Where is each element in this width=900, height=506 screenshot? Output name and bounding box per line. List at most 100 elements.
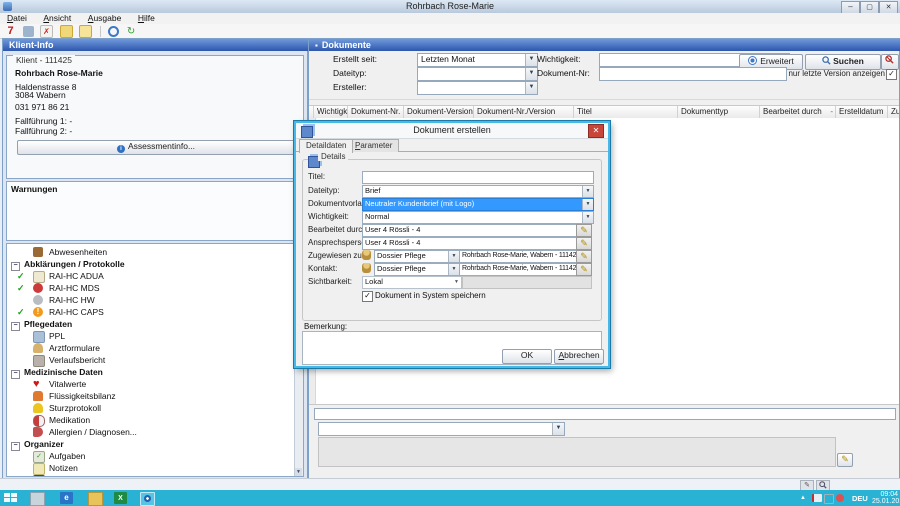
chevron-down-icon[interactable] [448, 251, 459, 262]
kontakt-label: Kontakt: [308, 263, 337, 275]
chevron-down-icon[interactable] [582, 186, 593, 197]
sidebar-item-rai-hc-caps[interactable]: RAI-HC CAPS [7, 306, 295, 318]
sidebar-item-fluessigkeitsbilanz[interactable]: Flüssigkeitsbilanz [7, 390, 295, 402]
client-info-box: Klient - 111425 Rohrbach Rose-Marie Hald… [6, 55, 304, 179]
sidebar-item-arztformulare[interactable]: Arztformulare [7, 342, 295, 354]
sidebar-item-verlaufsbericht[interactable]: Verlaufsbericht [7, 354, 295, 366]
dialog-title: Dokument erstellen [296, 123, 608, 138]
tray-icon-3[interactable] [836, 494, 844, 502]
taskbar-app-computer[interactable] [30, 492, 45, 506]
clock-icon[interactable] [108, 26, 119, 37]
client-phone: 031 971 86 21 [15, 102, 69, 112]
taskbar-app-folder[interactable] [88, 492, 103, 506]
person-icon[interactable] [23, 26, 34, 37]
chevron-down-icon[interactable] [582, 212, 593, 223]
chevron-down-icon[interactable] [525, 54, 537, 66]
sidebar-item-allergien[interactable]: Allergien / Diagnosen... [7, 426, 295, 438]
creator-label: Ersteller: [333, 81, 367, 93]
edit-pencil-button[interactable] [837, 453, 853, 467]
sidebar-item-sturzprotokoll[interactable]: Sturzprotokoll [7, 402, 295, 414]
sidebar-section-pflegedaten[interactable]: Pflegedaten [7, 318, 295, 330]
sidebar-item-rai-hc-hw[interactable]: RAI-HC HW [7, 294, 295, 306]
sidebar-item-notizen[interactable]: Notizen [7, 462, 295, 474]
note-icon[interactable] [60, 25, 73, 38]
sidebar-item-aufgaben[interactable]: Aufgaben [7, 450, 295, 462]
tray-icon-1[interactable] [812, 494, 822, 502]
abbrechen-button[interactable]: Abbrechen [554, 349, 604, 364]
tab-parameter[interactable]: Parameter [348, 139, 399, 152]
taskbar-app-active[interactable] [140, 492, 155, 506]
chevron-down-icon[interactable] [525, 68, 537, 80]
sidebar-item-abwesenheiten[interactable]: Abwesenheiten [7, 246, 295, 258]
last-version-checkbox[interactable] [886, 69, 897, 80]
sidebar-section-organizer[interactable]: Organizer [7, 438, 295, 450]
sidebar-item-rai-hc-adua[interactable]: RAI-HC ADUA [7, 270, 295, 282]
sidebar-item-journal[interactable]: Journal [7, 474, 295, 477]
edit-pencil-button[interactable] [576, 224, 592, 237]
absence-icon [33, 247, 43, 257]
menu-ansicht[interactable]: Ansicht [36, 13, 78, 24]
chevron-down-icon[interactable] [448, 264, 459, 275]
sidebar-item-vitalwerte[interactable]: Vitalwerte [7, 378, 295, 390]
wichtigkeit-combo[interactable]: Normal [362, 211, 594, 224]
client-address-line2: 3084 Wabern [15, 90, 66, 100]
language-indicator[interactable]: DEU [852, 494, 868, 503]
bearbeitet-durch-input[interactable]: User 4 Rössli - 4 [362, 224, 578, 237]
dialog-close-button[interactable] [588, 124, 604, 138]
taskbar-app-browser[interactable] [60, 492, 73, 504]
titel-input[interactable] [362, 171, 594, 184]
refresh-icon[interactable] [126, 26, 137, 37]
chevron-down-icon[interactable] [525, 82, 537, 94]
filetype-combo[interactable] [417, 67, 538, 81]
dateityp-label: Dateityp: [308, 185, 340, 197]
kontakt-combo[interactable]: Dossier Pflege [374, 263, 460, 276]
edit-pencil-button[interactable] [576, 237, 592, 250]
seven-icon[interactable] [5, 26, 16, 37]
detail-field[interactable] [314, 408, 896, 420]
sidebar-section-medizinische-daten[interactable]: Medizinische Daten [7, 366, 295, 378]
sidebar-section-abklaerungen[interactable]: Abklärungen / Protokolle [7, 258, 295, 270]
chevron-down-icon[interactable] [552, 423, 564, 435]
filter-panel: Erstellt seit: Letzten Monat Wichtigkeit… [309, 51, 899, 100]
detail-text-area[interactable] [318, 437, 836, 467]
docnr-input[interactable] [599, 67, 787, 81]
info-icon [117, 145, 125, 153]
assessment-info-button[interactable]: Assessmentinfo... [17, 140, 295, 155]
menu-hilfe[interactable]: Hilfe [131, 13, 162, 24]
detail-combo[interactable] [318, 422, 565, 436]
client-number: Klient - 111425 [13, 55, 75, 65]
created-since-combo[interactable]: Letzten Monat [417, 53, 538, 67]
clock-time: 09:04 [872, 491, 898, 498]
sidebar-item-ppl[interactable]: PPL [7, 330, 295, 342]
edit-pencil-button[interactable] [576, 263, 592, 276]
ok-button[interactable]: OK [502, 349, 552, 364]
taskbar-app-excel[interactable] [114, 492, 127, 504]
creator-combo[interactable] [417, 81, 538, 95]
sichtbarkeit-combo[interactable]: Lokal [362, 276, 462, 289]
created-since-label: Erstellt seit: [333, 53, 377, 65]
save-in-system-checkbox[interactable] [362, 291, 373, 302]
menu-ausgabe[interactable]: Ausgabe [81, 13, 129, 24]
chevron-down-icon[interactable] [582, 199, 593, 210]
zugewiesen-target-input[interactable]: Rohrbach Rose-Marie, Wabern - 111425 [459, 250, 577, 263]
wichtigkeit-label: Wichtigkeit: [308, 211, 349, 223]
start-button[interactable] [4, 493, 18, 503]
dateityp-combo[interactable]: Brief [362, 185, 594, 198]
kontakt-target-input[interactable]: Rohrbach Rose-Marie, Wabern - 111425 [459, 263, 577, 276]
tray-icon-2[interactable] [824, 494, 834, 504]
warning-icon [33, 307, 43, 317]
sidebar-item-medikation[interactable]: Medikation [7, 414, 295, 426]
dokumentvorlage-combo[interactable]: Neutraler Kundenbrief (mit Logo) [362, 198, 594, 211]
exit-document-icon[interactable] [40, 25, 53, 38]
menu-datei[interactable]: Datei [0, 13, 34, 24]
tray-expand-icon[interactable] [800, 495, 806, 501]
edit-pencil-button[interactable] [576, 250, 592, 263]
sidebar-item-rai-hc-mds[interactable]: RAI-HC MDS [7, 282, 295, 294]
notes-icon[interactable] [79, 25, 92, 38]
scroll-down-icon[interactable] [295, 468, 302, 476]
tab-detaildaten[interactable]: Detaildaten [299, 139, 353, 153]
taskbar-clock[interactable]: 09:04 25.01.2016 [872, 491, 898, 505]
person-icon [362, 263, 371, 273]
ansprechsperson-input[interactable]: User 4 Rössli - 4 [362, 237, 578, 250]
zugewiesen-combo[interactable]: Dossier Pflege [374, 250, 460, 263]
